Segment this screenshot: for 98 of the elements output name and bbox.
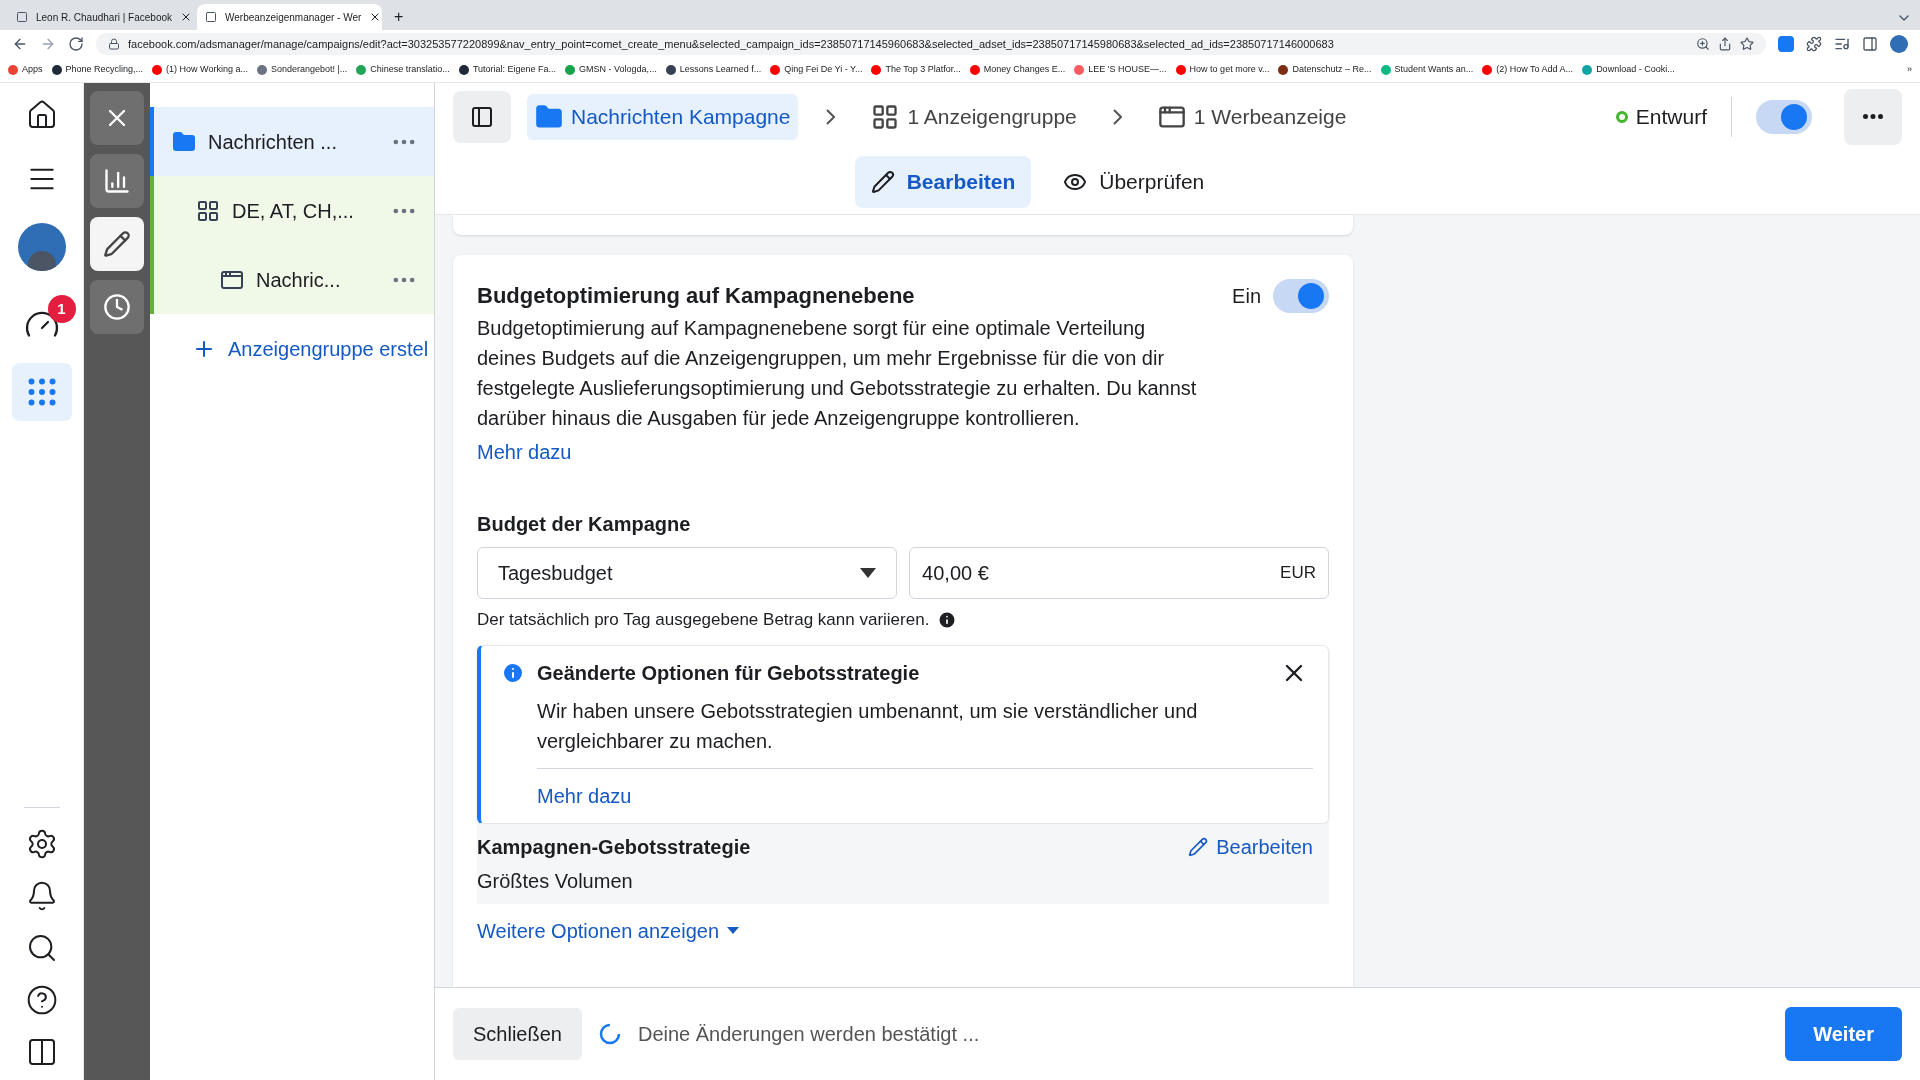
notification-badge: 1 bbox=[47, 295, 76, 323]
bookmark[interactable]: How to get more v... bbox=[1175, 63, 1270, 77]
tab-favicon-icon bbox=[205, 11, 217, 23]
bookmark[interactable]: GMSN - Vologda,... bbox=[565, 63, 657, 77]
bid-strategy-label: Kampagnen-Gebotsstrategie bbox=[477, 834, 751, 860]
avatar[interactable] bbox=[17, 223, 66, 271]
panel-toggle-button[interactable] bbox=[453, 90, 511, 143]
toggle-label: Ein bbox=[1232, 284, 1261, 309]
tree-item[interactable]: DE, AT, CH,... bbox=[150, 176, 434, 245]
browser-tab[interactable]: Werbeanzeigenmanager - Wer bbox=[197, 4, 382, 30]
tree-item-label: Nachric... bbox=[256, 267, 342, 293]
dropdown-caret-icon bbox=[860, 568, 877, 578]
sidebar-icon bbox=[470, 104, 494, 129]
help-icon[interactable] bbox=[25, 984, 58, 1016]
info-icon[interactable] bbox=[937, 609, 958, 630]
section-title: Budgetoptimierung auf Kampagnenebene bbox=[477, 282, 915, 310]
browser-tab[interactable]: Leon R. Chaudhari | Facebook bbox=[8, 4, 193, 30]
table-nav-button[interactable] bbox=[11, 363, 72, 421]
puzzle-icon[interactable] bbox=[1806, 36, 1822, 52]
reload-icon[interactable] bbox=[68, 36, 84, 52]
more-icon bbox=[1863, 114, 1883, 119]
bookmark[interactable]: The Top 3 Platfor... bbox=[871, 63, 961, 77]
profile-avatar[interactable] bbox=[1890, 35, 1908, 53]
caret-icon bbox=[727, 927, 739, 934]
add-adset-link[interactable]: Anzeigengruppe erstel bbox=[150, 334, 434, 364]
chart-button[interactable] bbox=[90, 154, 144, 208]
pencil-icon bbox=[870, 170, 895, 194]
bookmark[interactable]: Money Changes E... bbox=[969, 63, 1066, 77]
bookmark[interactable]: LEE 'S HOUSE—... bbox=[1074, 63, 1167, 77]
edit-link[interactable]: Bearbeiten bbox=[1188, 831, 1313, 862]
notice-text: Wir haben unsere Gebotsstrategien umbenannt, um sie verständlicher und vergleichbarer zu machen. bbox=[537, 695, 1313, 769]
grid-icon bbox=[196, 198, 220, 223]
close-button[interactable]: Schließen bbox=[453, 1008, 582, 1060]
address-field[interactable] bbox=[96, 33, 1766, 55]
url-text: facebook.com/adsmanager/manage/campaigns/edit?act=303253577220899&nav_entry_point=comet_create_menu&selected_campaign_ids=23850717145960683&selected_adset_ids=23850717145980683&selected_ad_ids=23850717146000683 bbox=[128, 36, 1335, 52]
budget-optimization-toggle[interactable] bbox=[1273, 279, 1329, 313]
bookmark[interactable]: Sonderangebot! |... bbox=[256, 63, 348, 77]
bookmark[interactable]: Tutorial: Eigene Fa... bbox=[458, 63, 557, 77]
bookmark[interactable]: Student Wants an... bbox=[1380, 63, 1474, 77]
grid-icon bbox=[871, 102, 900, 131]
zoom-icon[interactable] bbox=[1696, 37, 1710, 51]
back-icon[interactable] bbox=[12, 36, 28, 52]
campaign-toggle[interactable] bbox=[1756, 99, 1812, 134]
pencil-icon bbox=[1188, 836, 1209, 857]
extension-icon[interactable] bbox=[1778, 36, 1794, 52]
bookmark[interactable]: Phone Recycling,... bbox=[51, 63, 144, 77]
folder-icon bbox=[535, 102, 563, 131]
status-text: Entwurf bbox=[1635, 103, 1707, 130]
bookmark[interactable]: Chinese translatio... bbox=[356, 63, 450, 77]
lock-icon bbox=[108, 38, 120, 50]
saving-status: Deine Änderungen werden bestätigt ... bbox=[637, 1022, 980, 1047]
edit-icon bbox=[103, 230, 131, 258]
edit-button[interactable] bbox=[90, 217, 144, 271]
chevron-icon bbox=[1112, 108, 1122, 125]
budget-note: Der tatsächlich pro Tag ausgegebene Betrag kann variieren. bbox=[477, 609, 930, 631]
tab-title: Leon R. Chaudhari | Facebook bbox=[36, 10, 172, 25]
spinner-icon bbox=[597, 1022, 622, 1046]
close-button[interactable] bbox=[90, 91, 144, 145]
breadcrumb[interactable]: 1 Werbeanzeige bbox=[1149, 93, 1355, 140]
folder-icon bbox=[172, 129, 196, 154]
view-tab[interactable]: Überprüfen bbox=[1047, 156, 1221, 208]
bookmark[interactable]: Qing Fei De Yi - Y... bbox=[770, 63, 863, 77]
tree-item[interactable]: Nachrichten ... bbox=[150, 107, 434, 176]
notice-title: Geänderte Optionen für Gebotsstrategie bbox=[537, 660, 921, 686]
next-button[interactable]: Weiter bbox=[1785, 1007, 1902, 1061]
playlist-icon[interactable] bbox=[1834, 36, 1850, 52]
tree-item-label: Nachrichten ... bbox=[208, 129, 338, 155]
more-options-link[interactable]: Weitere Optionen anzeigen bbox=[477, 915, 739, 946]
more-bookmarks[interactable]: » bbox=[1907, 63, 1912, 77]
breadcrumb[interactable]: 1 Anzeigengruppe bbox=[863, 93, 1085, 140]
tree-item[interactable]: Nachric... bbox=[150, 245, 434, 314]
close-icon[interactable] bbox=[180, 11, 192, 23]
bookmark[interactable]: Lessons Learned f... bbox=[665, 63, 762, 77]
star-icon[interactable] bbox=[1740, 37, 1754, 51]
bookmark[interactable]: (2) How To Add A... bbox=[1482, 63, 1574, 77]
budget-label: Budget der Kampagne bbox=[477, 512, 692, 537]
tab-favicon-icon bbox=[16, 11, 28, 23]
learn-more-link[interactable]: Mehr dazu bbox=[477, 437, 1329, 467]
amount-field[interactable]: 40,00 € EUR bbox=[909, 547, 1329, 599]
chart-icon bbox=[103, 167, 131, 195]
side-panel-icon[interactable] bbox=[1862, 36, 1878, 52]
learn-more-link[interactable]: Mehr dazu bbox=[537, 780, 1308, 811]
bookmark[interactable]: Apps bbox=[8, 63, 43, 77]
new-tab-button[interactable]: + bbox=[386, 4, 412, 30]
history-icon bbox=[103, 293, 131, 321]
breadcrumb[interactable]: Nachrichten Kampagne bbox=[527, 93, 799, 140]
bookmark[interactable]: Datenschutz – Re... bbox=[1278, 63, 1372, 77]
tab-title: Werbeanzeigenmanager - Wer bbox=[225, 10, 362, 25]
history-button[interactable] bbox=[90, 280, 144, 334]
bookmark[interactable]: (1) How Working a... bbox=[152, 63, 248, 77]
chevron-icon bbox=[826, 108, 836, 125]
view-tab[interactable]: Bearbeiten bbox=[854, 156, 1032, 208]
bookmark[interactable]: Download - Cooki... bbox=[1582, 63, 1675, 77]
description-text: Budgetoptimierung auf Kampagnenebene sorgt für eine optimale Verteilung deines Budgets auf die Anzeigengruppen, um mehr Ergebnisse für die von dir festgelegte Auslieferungsoptimierung und Gebotsstrategie zu erhalten. Du kannst darüber hinaus die Ausgaben für jede Anzeigengruppe kontrollieren. bbox=[477, 316, 1198, 431]
share-icon[interactable] bbox=[1718, 37, 1732, 51]
bid-strategy-value: Größtes Volumen bbox=[477, 868, 634, 894]
tree-item-label: DE, AT, CH,... bbox=[232, 198, 355, 224]
budget-type-select[interactable]: Tagesbudget bbox=[477, 547, 898, 599]
